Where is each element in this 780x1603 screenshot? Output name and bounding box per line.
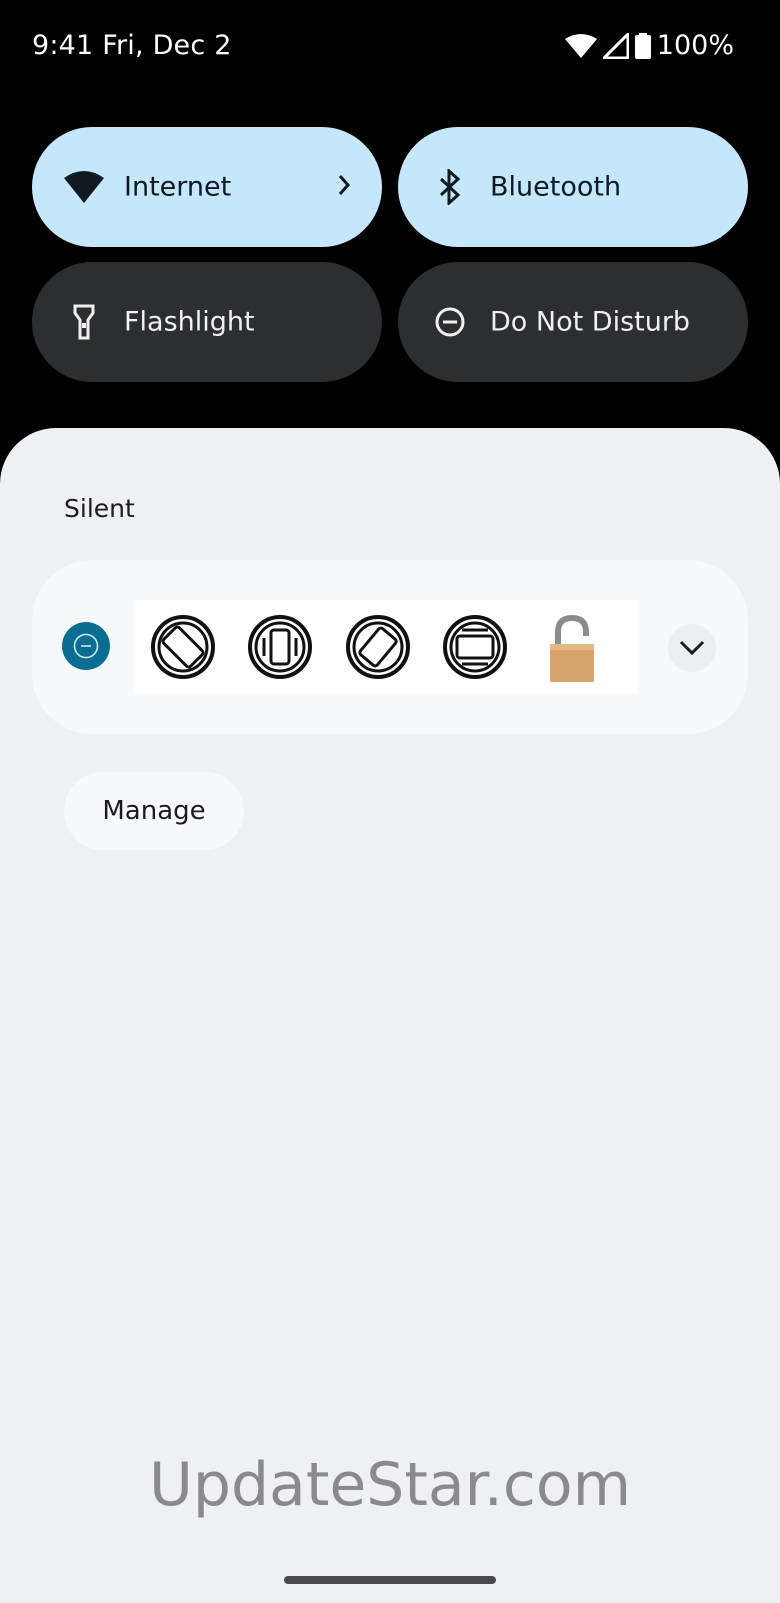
tile-flashlight[interactable]: Flashlight (32, 262, 382, 382)
do-not-disturb-icon (430, 302, 470, 342)
battery-icon (634, 32, 651, 59)
tile-do-not-disturb[interactable]: Do Not Disturb (398, 262, 748, 382)
notification-image (134, 600, 638, 694)
chevron-right-icon (336, 173, 352, 201)
wifi-status-icon (564, 33, 597, 58)
padlock-icon (544, 614, 610, 682)
expand-button[interactable] (668, 624, 716, 672)
rotate-icon (150, 614, 216, 680)
signal-icon (602, 32, 629, 59)
screen-icon (442, 614, 508, 680)
do-not-disturb-icon (73, 633, 99, 659)
vibrate-icon (247, 614, 313, 680)
chevron-down-icon (679, 640, 705, 656)
tile-internet-label: Internet (124, 171, 232, 203)
manage-button[interactable]: Manage (64, 772, 244, 850)
flashlight-icon (64, 302, 104, 342)
app-icon (62, 622, 110, 670)
tile-internet[interactable]: Internet (32, 127, 382, 247)
home-indicator[interactable] (284, 1576, 496, 1584)
tile-flashlight-label: Flashlight (124, 306, 255, 338)
status-icons: 100% (564, 30, 734, 61)
tile-bluetooth-label: Bluetooth (490, 171, 622, 203)
status-bar: 9:41 Fri, Dec 2 100% (0, 0, 780, 96)
watermark: UpdateStar.com (148, 1450, 632, 1520)
battery-percent: 100% (656, 30, 734, 61)
tile-do-not-disturb-label: Do Not Disturb (490, 306, 691, 338)
bluetooth-icon (430, 167, 470, 207)
status-date: Fri, Dec 2 (102, 30, 232, 61)
rotate-alt-icon (345, 614, 411, 680)
section-header-silent: Silent (64, 494, 135, 523)
status-time-date: 9:41 Fri, Dec 2 (32, 30, 232, 61)
tile-bluetooth[interactable]: Bluetooth (398, 127, 748, 247)
wifi-icon (64, 167, 104, 207)
status-time: 9:41 (32, 30, 94, 61)
